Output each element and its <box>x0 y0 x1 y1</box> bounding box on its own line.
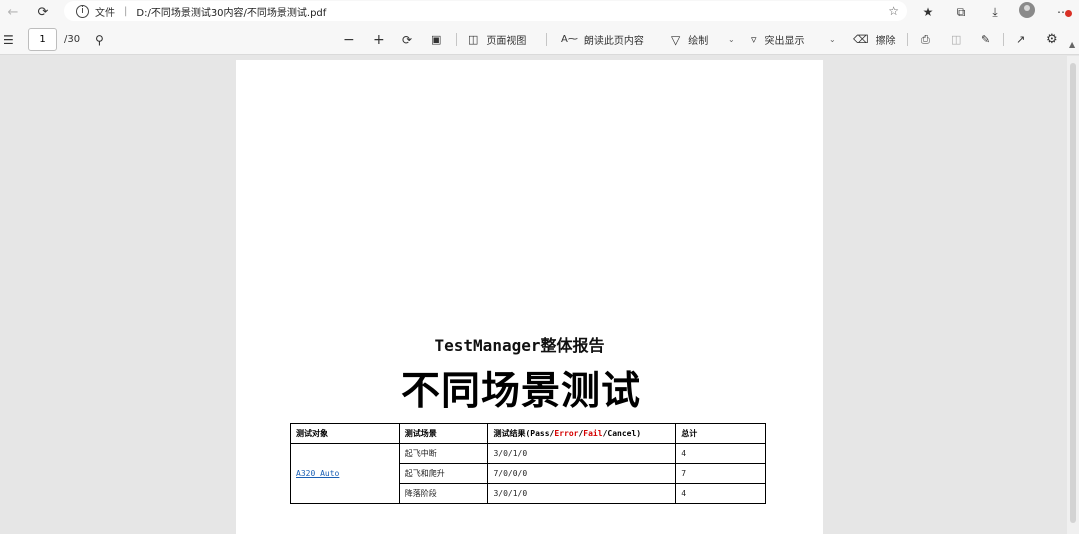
table-header-row: 测试对象 测试场景 测试结果(Pass/Error/Fail/Cancel) 总… <box>290 423 766 444</box>
report-title: TestManager整体报告 <box>434 336 605 355</box>
read-aloud-label: 朗读此页内容 <box>583 36 644 47</box>
notification-badge <box>1065 10 1072 17</box>
result-cell: 7/0/0/0 <box>487 463 677 484</box>
save-icon[interactable]: ◫ <box>951 24 961 55</box>
test-object-cell: A320 Auto <box>290 443 400 504</box>
toolbar-divider <box>456 33 457 46</box>
page-number-input[interactable] <box>28 28 57 51</box>
fit-page-icon[interactable]: ▣ <box>431 24 441 55</box>
page-view-button[interactable]: ◫ 页面视图 <box>468 24 526 55</box>
page-view-icon: ◫ <box>468 33 479 46</box>
save-as-icon[interactable]: ✎ <box>981 24 990 55</box>
draw-button[interactable]: ▽ 绘制 <box>671 24 708 55</box>
toolbar-divider <box>1003 33 1004 46</box>
draw-icon: ▽ <box>671 32 681 47</box>
highlight-options-chevron-icon[interactable]: ⌄ <box>829 24 836 55</box>
contents-icon[interactable]: ☰ <box>3 24 14 55</box>
erase-button[interactable]: ⌫ 擦除 <box>853 24 896 55</box>
pdf-page: TestManager整体报告 不同场景测试 测试对象 测试场景 测试结果(Pa… <box>236 60 823 534</box>
highlight-icon: ▿ <box>751 33 757 46</box>
scene-cell: 起飞和爬升 <box>398 463 489 484</box>
page-total: /30 <box>64 34 81 45</box>
result-cell: 3/0/1/0 <box>487 443 677 464</box>
address-divider: | <box>124 5 128 17</box>
header-result-error: Error <box>554 429 579 438</box>
test-object-link[interactable]: A320 Auto <box>296 469 339 478</box>
zoom-in-icon[interactable]: + <box>373 24 385 55</box>
total-cell: 4 <box>675 443 766 464</box>
highlight-button[interactable]: ▿ 突出显示 <box>751 24 805 55</box>
header-result-fail: Fail <box>583 429 603 438</box>
header-result-suffix: /Cancel) <box>602 429 642 438</box>
downloads-icon[interactable]: ⤓ <box>985 2 1005 22</box>
print-icon[interactable]: ⎙ <box>921 24 930 55</box>
favorites-icon[interactable]: ★ <box>918 2 938 22</box>
document-title: 不同场景测试 <box>400 369 641 414</box>
erase-label: 擦除 <box>875 36 896 47</box>
draw-options-chevron-icon[interactable]: ⌄ <box>728 24 735 55</box>
back-icon[interactable]: ← <box>2 1 24 23</box>
result-cell: 3/0/1/0 <box>487 483 677 504</box>
read-aloud-button[interactable]: A⁓ 朗读此页内容 <box>561 24 644 55</box>
fullscreen-icon[interactable]: ↗ <box>1016 24 1025 55</box>
rotate-icon[interactable]: ⟳ <box>402 24 412 55</box>
url-text: D:/不同场景测试30内容/不同场景测试.pdf <box>136 7 327 19</box>
browser-toolbar: ← ⟳ i 文件 | D:/不同场景测试30内容/不同场景测试.pdf ☆ ★ … <box>0 0 1079 24</box>
scene-cell: 降落阶段 <box>398 483 489 504</box>
highlight-label: 突出显示 <box>764 36 805 47</box>
profile-icon[interactable] <box>1019 2 1035 18</box>
file-scheme-label: 文件 <box>95 7 115 19</box>
pdf-toolbar: ☰ /30 ⚲ − + ⟳ ▣ ◫ 页面视图 A⁓ 朗读此页内容 ▽ 绘制 ⌄ … <box>0 24 1079 55</box>
draw-label: 绘制 <box>688 36 709 47</box>
zoom-out-icon[interactable]: − <box>343 24 355 55</box>
page-view-label: 页面视图 <box>486 36 527 47</box>
header-test-object: 测试对象 <box>290 423 400 444</box>
address-bar[interactable]: i 文件 | D:/不同场景测试30内容/不同场景测试.pdf ☆ <box>64 1 907 21</box>
total-cell: 4 <box>675 483 766 504</box>
settings-gear-icon[interactable]: ⚙ <box>1046 24 1058 55</box>
read-aloud-icon: A⁓ <box>561 34 578 45</box>
header-test-result: 测试结果(Pass/Error/Fail/Cancel) <box>487 423 677 444</box>
header-test-scene: 测试场景 <box>398 423 489 444</box>
info-icon[interactable]: i <box>76 4 89 18</box>
table-row: A320 Auto 起飞中断 3/0/1/0 4 <box>290 443 766 504</box>
scroll-up-arrow-icon[interactable]: ▲ <box>1069 40 1075 49</box>
favorite-add-icon[interactable]: ☆ <box>888 4 899 18</box>
header-total: 总计 <box>675 423 766 444</box>
scrollbar-thumb[interactable] <box>1070 63 1076 523</box>
collections-icon[interactable]: ⧉ <box>951 2 971 22</box>
scene-cell: 起飞中断 <box>398 443 489 464</box>
test-result-table: 测试对象 测试场景 测试结果(Pass/Error/Fail/Cancel) 总… <box>290 423 766 504</box>
toolbar-divider <box>546 33 547 46</box>
refresh-icon[interactable]: ⟳ <box>32 1 54 23</box>
search-icon[interactable]: ⚲ <box>95 24 104 55</box>
eraser-icon: ⌫ <box>853 33 869 46</box>
total-cell: 7 <box>675 463 766 484</box>
toolbar-divider <box>907 33 908 46</box>
header-result-prefix: 测试结果(Pass/ <box>493 429 555 438</box>
